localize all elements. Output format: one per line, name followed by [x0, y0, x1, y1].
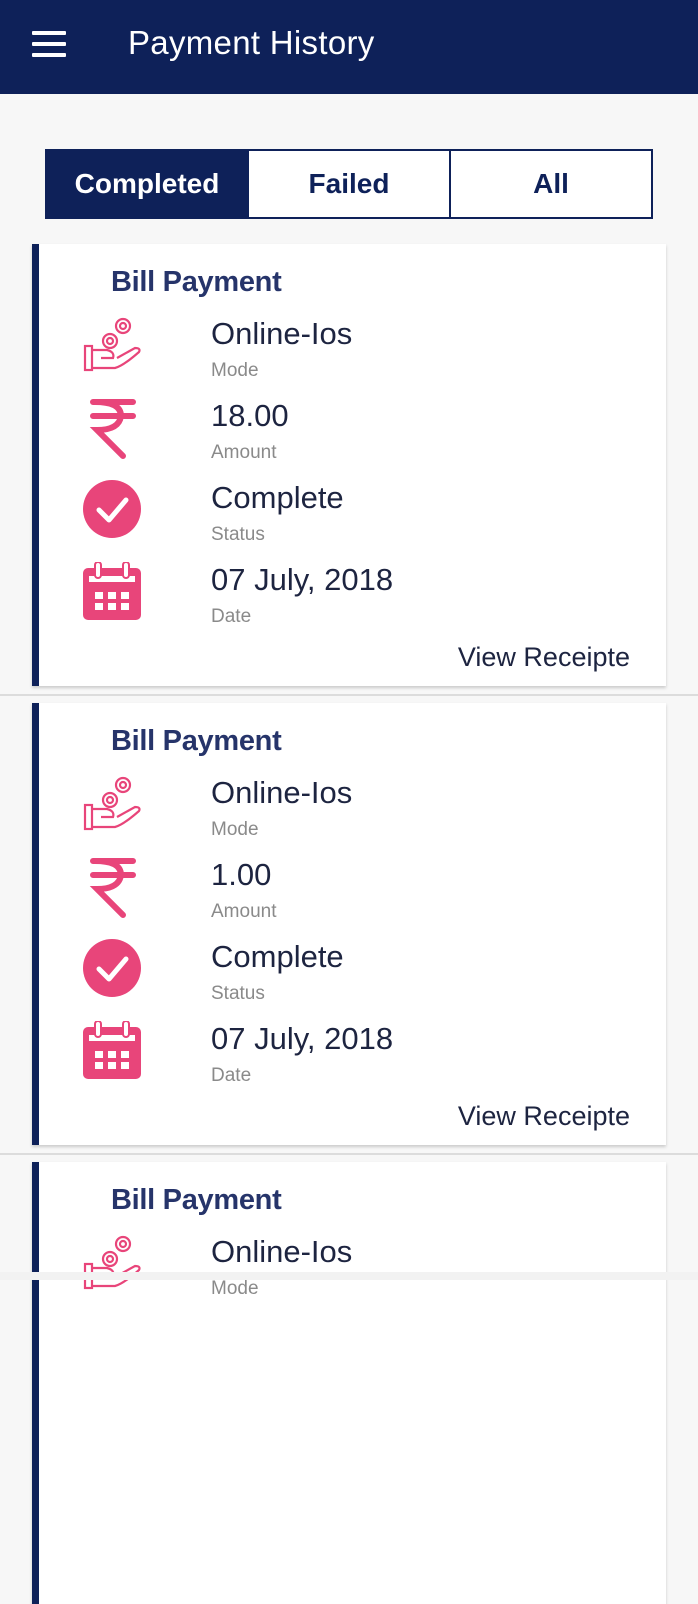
payment-type: Bill Payment	[111, 266, 282, 298]
mode-value: Online-Ios	[211, 775, 353, 810]
mode-label: Mode	[211, 360, 259, 381]
view-receipt-link[interactable]: View Receipte	[458, 642, 630, 673]
date-value: 07 July, 2018	[211, 1021, 394, 1056]
tab-failed[interactable]: Failed	[247, 151, 449, 217]
hand-coins-icon	[83, 1235, 141, 1290]
mode-row: Online-Ios Mode	[83, 775, 643, 855]
status-row: Complete Status	[83, 480, 643, 560]
amount-row: 1.00 Amount	[83, 857, 643, 937]
calendar-icon	[83, 1021, 141, 1079]
amount-label: Amount	[211, 901, 277, 922]
rupee-icon	[89, 858, 136, 918]
mode-label: Mode	[211, 1278, 259, 1299]
amount-row: 18.00 Amount	[83, 398, 643, 478]
divider	[0, 1153, 698, 1155]
date-row: 07 July, 2018 Date	[83, 562, 643, 642]
page-title: Payment History	[128, 24, 375, 61]
mode-row: Online-Ios Mode	[83, 316, 643, 396]
date-value: 07 July, 2018	[211, 562, 394, 597]
date-label: Date	[211, 1065, 252, 1086]
mode-value: Online-Ios	[211, 316, 353, 351]
divider	[0, 694, 698, 696]
hand-coins-icon	[83, 776, 141, 831]
amount-label: Amount	[211, 442, 277, 463]
payment-card: Bill Payment Online-Ios Mode	[32, 1162, 666, 1604]
tab-completed[interactable]: Completed	[47, 151, 247, 217]
payment-card: Bill Payment Online-Ios Mode 18.00 Amoun…	[32, 244, 666, 686]
status-value: Complete	[211, 939, 344, 974]
amount-value: 1.00	[211, 857, 272, 892]
mode-value: Online-Ios	[211, 1234, 353, 1269]
payment-type: Bill Payment	[111, 725, 282, 757]
app-bar: Payment History	[0, 0, 698, 94]
hamburger-menu-icon[interactable]	[32, 31, 66, 57]
check-circle-icon	[83, 939, 141, 997]
view-receipt-link[interactable]: View Receipte	[458, 1101, 630, 1132]
hand-coins-icon	[83, 317, 141, 372]
status-filter-tabs: Completed Failed All	[45, 149, 653, 219]
calendar-icon	[83, 562, 141, 620]
date-row: 07 July, 2018 Date	[83, 1021, 643, 1101]
status-label: Status	[211, 983, 265, 1004]
rupee-icon	[89, 399, 136, 459]
date-label: Date	[211, 606, 252, 627]
check-circle-icon	[83, 480, 141, 538]
status-label: Status	[211, 524, 265, 545]
mode-label: Mode	[211, 819, 259, 840]
bottom-edge	[0, 1272, 698, 1280]
status-value: Complete	[211, 480, 344, 515]
payment-type: Bill Payment	[111, 1184, 282, 1216]
status-row: Complete Status	[83, 939, 643, 1019]
payment-card: Bill Payment Online-Ios Mode 1.00 Amount…	[32, 703, 666, 1145]
amount-value: 18.00	[211, 398, 289, 433]
tab-all[interactable]: All	[449, 151, 651, 217]
